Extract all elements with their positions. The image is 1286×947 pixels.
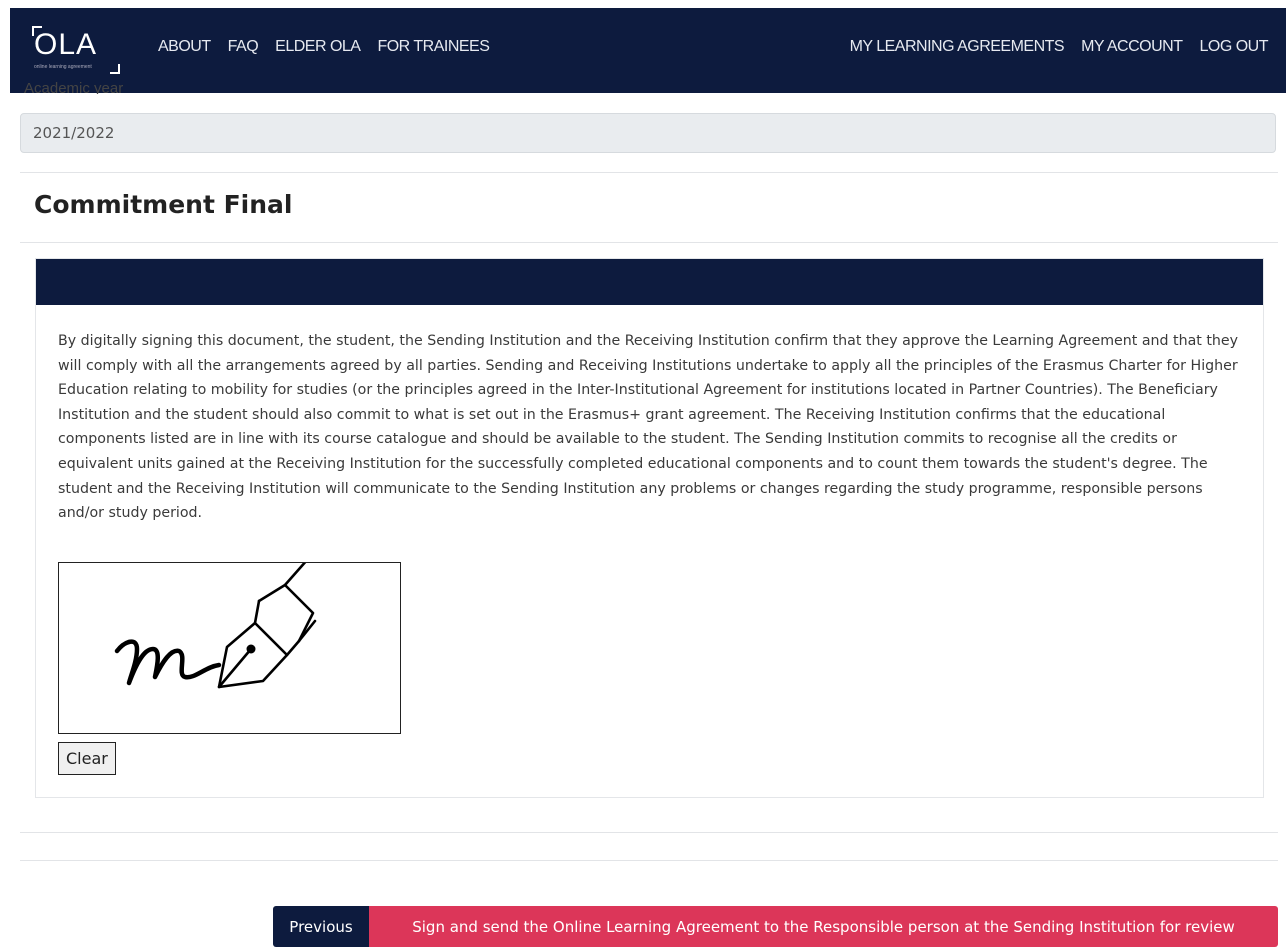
commitment-text: By digitally signing this document, the … [58,333,1239,522]
previous-button[interactable]: Previous [273,906,369,947]
nav-for-trainees[interactable]: FOR TRAINEES [377,38,489,56]
signature-pad[interactable] [58,549,401,734]
sign-and-send-button[interactable]: Sign and send the Online Learning Agreem… [369,906,1278,947]
clear-signature-button[interactable]: Clear [58,742,116,775]
logo-subtext: online learning agreement [34,64,92,70]
signature-pen-icon [114,549,317,689]
logo-bracket-bottom-right [110,64,120,74]
nav-about[interactable]: ABOUT [158,38,211,56]
logo-text: OLA [34,28,98,61]
nav-log-out[interactable]: LOG OUT [1199,38,1268,56]
divider [20,860,1278,861]
nav-faq[interactable]: FAQ [228,38,259,56]
nav-elder-ola[interactable]: ELDER OLA [275,38,361,56]
nav-my-account[interactable]: MY ACCOUNT [1081,38,1183,56]
card-header [36,259,1263,305]
account-nav: MY LEARNING AGREEMENTS MY ACCOUNT LOG OU… [850,38,1269,56]
primary-nav: ABOUT FAQ ELDER OLA FOR TRAINEES [158,38,490,56]
nav-my-learning-agreements[interactable]: MY LEARNING AGREEMENTS [850,38,1065,56]
divider [20,242,1278,243]
section-title: Commitment Final [34,190,293,219]
ola-logo[interactable]: OLA online learning agreement [32,26,122,78]
academic-year-label: Academic year [24,80,124,94]
divider [20,832,1278,833]
academic-year-field: 2021/2022 [20,113,1276,153]
divider [20,172,1278,173]
top-navbar: OLA online learning agreement ABOUT FAQ … [10,8,1286,93]
commitment-card: By digitally signing this document, the … [35,258,1264,798]
